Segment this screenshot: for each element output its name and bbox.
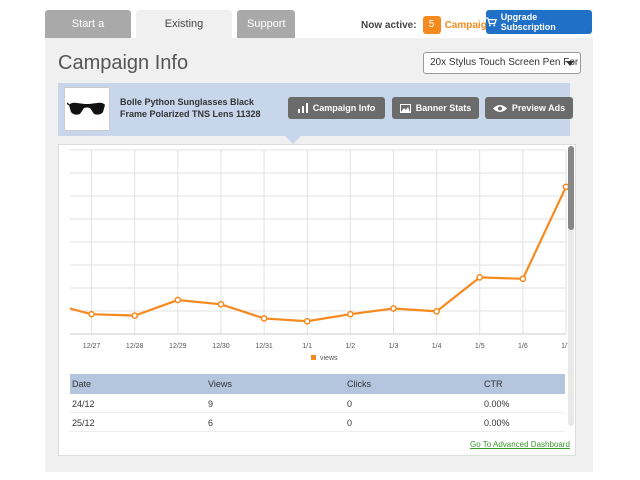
x-tick-label: 1/3 (389, 343, 399, 350)
cell-date: 25/12 (72, 418, 95, 428)
x-tick-label: 1/6 (518, 343, 528, 350)
cell-clicks: 0 (347, 418, 353, 428)
x-tick-label: 12/29 (169, 343, 187, 350)
cell-date: 24/12 (72, 399, 95, 409)
x-tick-label: 1/4 (432, 343, 442, 350)
table-row: 24/12 9 0 0.00% (70, 394, 565, 413)
advanced-dashboard-link[interactable]: Go To Advanced Dashboard (470, 440, 570, 449)
table-row: 25/12 6 0 0.00% (70, 413, 565, 432)
header-views: Views (208, 379, 232, 389)
table-header: Date Views Clicks CTR (70, 374, 565, 394)
legend-swatch-views (311, 355, 316, 360)
cell-ctr: 0.00% (484, 418, 510, 428)
x-tick-label: 1/5 (475, 343, 485, 350)
x-tick-label: 12/28 (126, 343, 144, 350)
data-point (519, 275, 527, 283)
data-point (303, 317, 311, 325)
cell-views: 6 (208, 418, 214, 428)
scrollbar-thumb[interactable] (568, 146, 574, 230)
data-point (174, 296, 182, 304)
data-point (433, 308, 440, 315)
content-scrollbar[interactable] (568, 146, 574, 426)
cell-views: 9 (208, 399, 214, 409)
data-point (217, 300, 225, 308)
x-tick-label: 1/2 (345, 343, 355, 350)
stats-table: Date Views Clicks CTR 24/12 9 0 0.00% 25… (70, 374, 565, 432)
data-point (88, 310, 95, 318)
x-tick-label: 1/1 (302, 343, 312, 350)
header-clicks: Clicks (347, 379, 371, 389)
x-tick-label: 12/27 (83, 343, 101, 350)
x-tick-label: 12/30 (212, 343, 230, 350)
series-line-views (69, 186, 567, 323)
cell-clicks: 0 (347, 399, 353, 409)
data-point (346, 310, 354, 318)
data-point (476, 274, 484, 281)
cell-ctr: 0.00% (484, 399, 510, 409)
data-point (260, 315, 268, 322)
header-date: Date (72, 379, 92, 389)
header-ctr: CTR (484, 379, 503, 389)
data-point (390, 305, 397, 312)
x-tick-label: 12/31 (255, 343, 273, 350)
data-point (131, 312, 139, 319)
legend-label-views: views (320, 355, 338, 362)
